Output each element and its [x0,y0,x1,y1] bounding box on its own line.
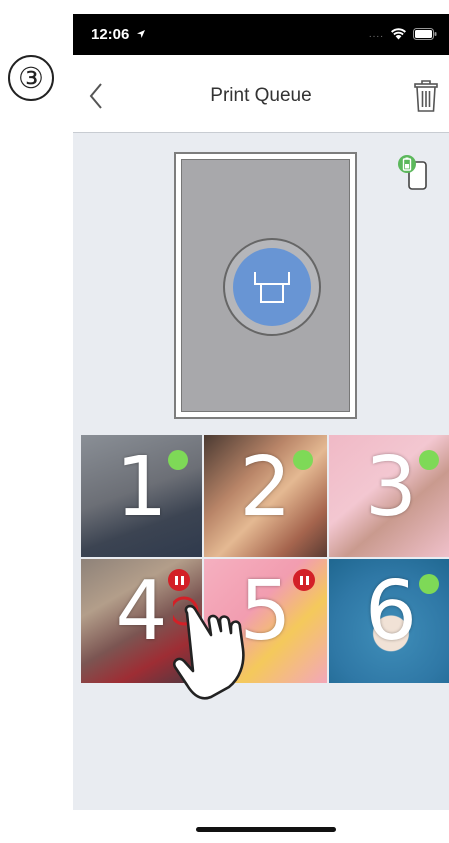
location-arrow-icon [136,30,145,38]
queue-item-2[interactable]: 2 [204,435,327,557]
page-title: Print Queue [210,85,312,106]
step-marker: ③ [8,55,54,101]
print-queue-grid: 1 2 3 4 5 6 [81,435,449,683]
signal-dots: .... [368,28,384,40]
print-preview [174,152,357,419]
queue-item-6[interactable]: 6 [329,559,449,683]
battery-icon [413,28,437,40]
queue-item-5[interactable]: 5 [204,559,327,683]
trash-icon[interactable] [413,79,439,113]
ready-status-dot [168,450,188,470]
wifi-icon [391,28,406,40]
ready-status-dot [293,450,313,470]
queue-item-4[interactable]: 4 [81,559,202,683]
queue-item-1[interactable]: 1 [81,435,202,557]
phone-screen: 12:06 .... Print Queue 1 2 3 4 5 6 [73,14,449,843]
status-time: 12:06 [91,26,146,43]
printer-battery-icon[interactable] [397,153,431,193]
bottom-bar [73,810,449,843]
preview-area [181,159,350,412]
queue-item-3[interactable]: 3 [329,435,449,557]
pause-icon[interactable] [293,569,315,591]
printer-icon [254,272,290,303]
ready-status-dot [419,450,439,470]
print-queue-content: 1 2 3 4 5 6 [73,134,449,810]
nav-bar: Print Queue [73,55,449,133]
home-indicator[interactable] [196,827,336,832]
status-bar: 12:06 .... [73,14,449,55]
ready-status-dot [419,574,439,594]
print-button-face [233,248,311,326]
print-button[interactable] [223,238,321,336]
pause-icon[interactable] [168,569,190,591]
